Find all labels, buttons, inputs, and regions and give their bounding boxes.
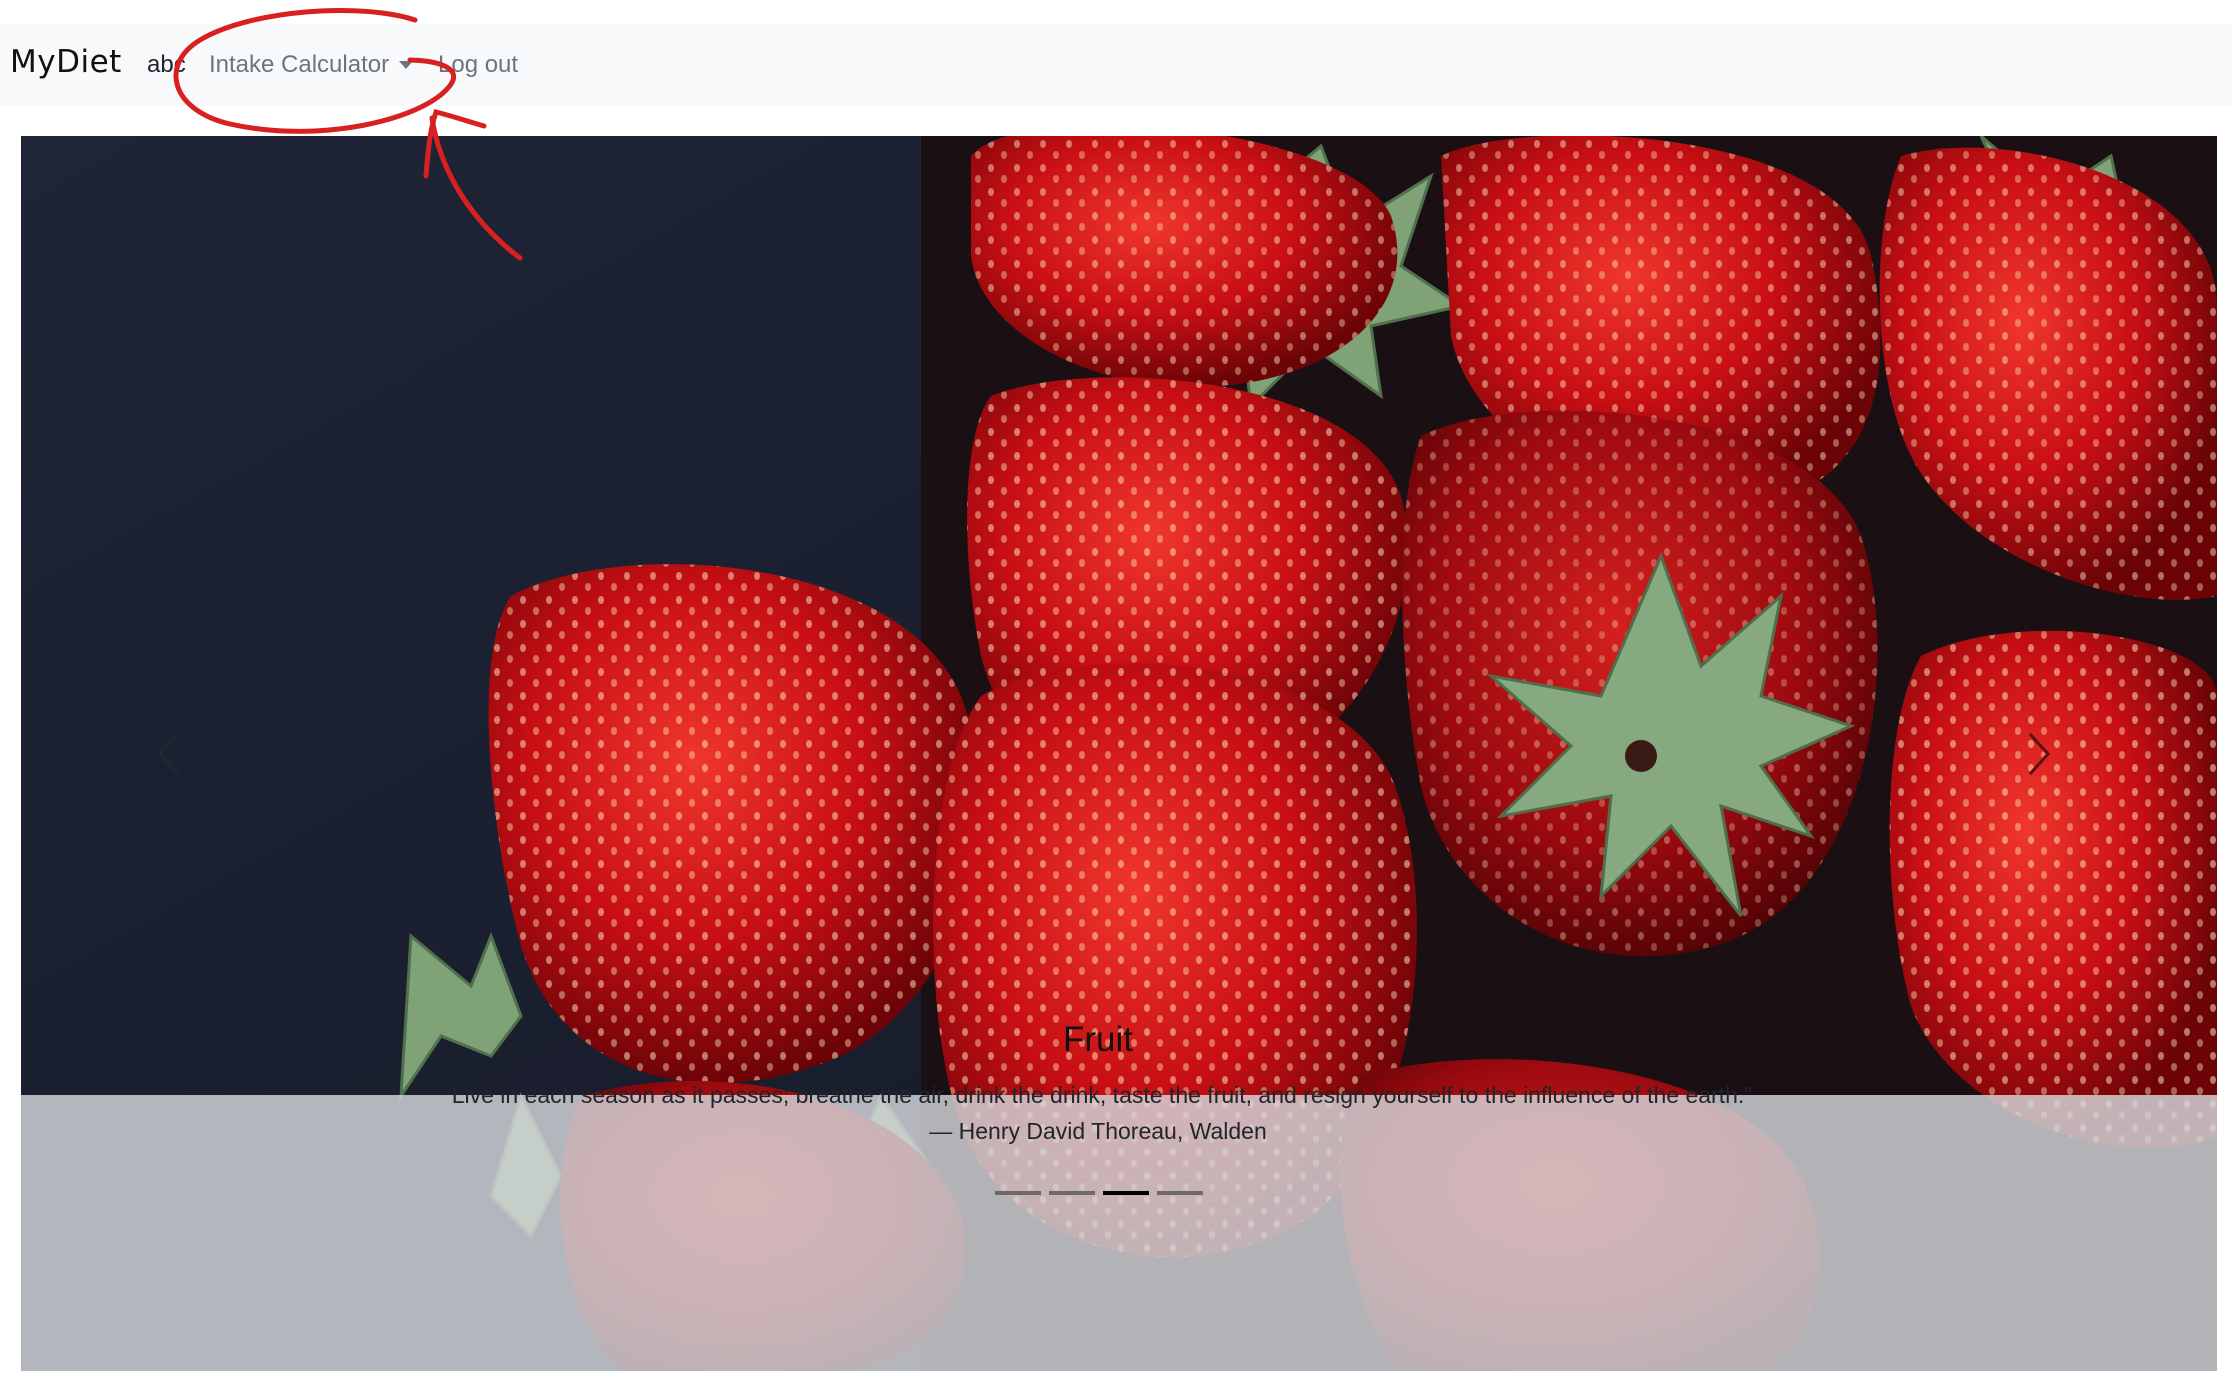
nav-logout-link[interactable]: Log out [438, 51, 518, 79]
carousel-indicator[interactable] [995, 1191, 1041, 1195]
brand-logo[interactable]: MyDiet [10, 44, 122, 80]
slide-caption-quote: “Live in each season as it passes; breat… [444, 1082, 1752, 1108]
caret-down-icon[interactable] [399, 61, 413, 69]
carousel-next-button[interactable] [2018, 728, 2058, 780]
nav-user-name[interactable]: abc [147, 51, 186, 79]
carousel-indicators [995, 1191, 1203, 1195]
carousel-indicator[interactable] [1157, 1191, 1203, 1195]
chevron-right-icon [2028, 732, 2051, 776]
carousel-prev-button[interactable] [150, 728, 190, 780]
nav-intake-calculator-dropdown[interactable]: Intake Calculator [209, 51, 389, 79]
slide-caption-title: Fruit [1063, 1020, 1133, 1059]
hero-carousel [21, 136, 2217, 1371]
carousel-indicator-active[interactable] [1103, 1191, 1149, 1195]
carousel-indicator[interactable] [1049, 1191, 1095, 1195]
chevron-left-icon [157, 732, 180, 776]
slide-caption-author: — Henry David Thoreau, Walden [929, 1118, 1267, 1144]
